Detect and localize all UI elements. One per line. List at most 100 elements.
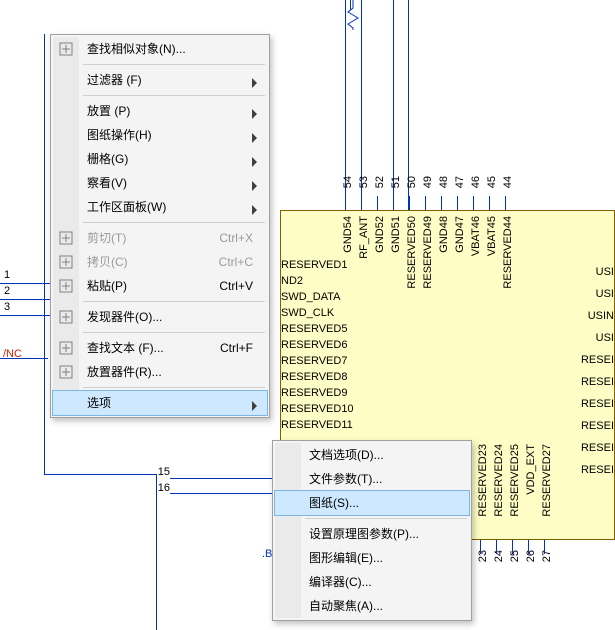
- pin-name: VBAT45: [486, 216, 498, 256]
- menu-shortcut: Ctrl+F: [220, 336, 253, 360]
- menu-item-icon: [58, 230, 74, 246]
- pin-name: RESEI: [564, 376, 614, 388]
- menu-item-label: 拷贝(C): [87, 255, 128, 269]
- pin-name: ND2: [281, 275, 303, 287]
- menu-item-label: 查找文本 (F)...: [87, 341, 164, 355]
- pin-name: GND48: [438, 216, 450, 253]
- menu-item-icon: [58, 309, 74, 325]
- pin-number: 23: [477, 550, 489, 562]
- wire: [0, 299, 50, 300]
- menu-item[interactable]: 选项: [53, 391, 267, 415]
- context-menu[interactable]: 查找相似对象(N)... 过滤器 (F) 放置 (P) 图纸操作(H) 栅格(G)察看(…: [50, 34, 270, 418]
- menu-item-label: 图纸(S)...: [309, 496, 359, 510]
- wire: [0, 283, 50, 284]
- menu-item[interactable]: 发现器件(O)...: [53, 305, 267, 329]
- menu-item[interactable]: 图形编辑(E)...: [275, 546, 469, 570]
- pin-stub: [409, 196, 410, 210]
- menu-item[interactable]: 自动聚焦(A)...: [275, 594, 469, 618]
- pin-name: RESERVED7: [281, 355, 347, 367]
- menu-item-icon: [58, 254, 74, 270]
- menu-separator: [83, 64, 265, 65]
- menu-item[interactable]: 图纸操作(H): [53, 123, 267, 147]
- pin-name: SWD_CLK: [281, 307, 334, 319]
- pin-name: GND47: [454, 216, 466, 253]
- menu-item-label: 设置原理图参数(P)...: [309, 527, 419, 541]
- pin-number: 44: [502, 176, 514, 188]
- component-symbol: [345, 0, 365, 30]
- pin-name: RESERVED50: [406, 216, 418, 289]
- pin-stub: [544, 540, 545, 554]
- wire: [170, 493, 274, 494]
- pin-number: 2: [4, 285, 10, 297]
- pin-name: RESERVED11: [281, 419, 353, 431]
- pin-number: 27: [541, 550, 553, 562]
- menu-item-label: 自动聚焦(A)...: [309, 599, 383, 613]
- menu-item[interactable]: 查找相似对象(N)...: [53, 37, 267, 61]
- pin-name: RF_ANT: [358, 216, 370, 259]
- context-submenu-options[interactable]: 文档选项(D)...文件参数(T)... 图纸(S)... 设置原理图参数(P)..…: [272, 440, 472, 621]
- pin-name: RESERVED9: [281, 387, 347, 399]
- menu-separator: [83, 222, 265, 223]
- pin-stub: [473, 196, 474, 210]
- pin-number: 49: [422, 176, 434, 188]
- pin-stub: [505, 196, 506, 210]
- pin-number: 45: [486, 176, 498, 188]
- menu-item: 剪切(T) Ctrl+X: [53, 226, 267, 250]
- menu-item-label: 图形编辑(E)...: [309, 551, 383, 565]
- submenu-arrow-icon: [251, 200, 259, 224]
- pin-name: RESEI: [564, 354, 614, 366]
- menu-item[interactable]: 文件参数(T)...: [275, 467, 469, 491]
- pin-number: 52: [374, 176, 386, 188]
- pin-name: RESERVED1: [281, 259, 347, 271]
- menu-item[interactable]: 放置器件(R)...: [53, 360, 267, 384]
- pin-stub: [393, 196, 394, 210]
- pin-number: 50: [406, 176, 418, 188]
- menu-item[interactable]: 栅格(G): [53, 147, 267, 171]
- pin-name: GND52: [374, 216, 386, 253]
- pin-number: 1: [4, 269, 10, 281]
- pin-name: RESERVED49: [422, 216, 434, 289]
- menu-item-icon: [58, 41, 74, 57]
- pin-name: RESERVED8: [281, 371, 347, 383]
- menu-separator: [305, 518, 467, 519]
- menu-item[interactable]: 设置原理图参数(P)...: [275, 522, 469, 546]
- pin-name: VBAT46: [470, 216, 482, 256]
- menu-item[interactable]: 编译器(C)...: [275, 570, 469, 594]
- menu-shortcut: Ctrl+X: [219, 226, 253, 250]
- pin-name: RESERVED27: [541, 444, 553, 517]
- pin-stub: [480, 540, 481, 554]
- menu-item[interactable]: 粘贴(P)Ctrl+V: [53, 274, 267, 298]
- menu-separator: [83, 332, 265, 333]
- pin-number: 16: [150, 482, 170, 494]
- menu-item[interactable]: 查找文本 (F)... Ctrl+F: [53, 336, 267, 360]
- pin-stub: [528, 540, 529, 554]
- menu-item[interactable]: 放置 (P): [53, 99, 267, 123]
- menu-item[interactable]: 工作区面板(W): [53, 195, 267, 219]
- wire: [156, 474, 157, 630]
- pin-name: USI: [564, 332, 614, 344]
- wire: [170, 478, 274, 479]
- pin-number: 46: [470, 176, 482, 188]
- pin-number: 3: [4, 301, 10, 313]
- submenu-arrow-icon: [251, 73, 259, 97]
- pin-name: RESERVED25: [509, 444, 521, 517]
- pin-number: 25: [509, 550, 521, 562]
- menu-item[interactable]: 察看(V): [53, 171, 267, 195]
- pin-number: 53: [358, 176, 370, 188]
- menu-item-label: 工作区面板(W): [87, 200, 166, 214]
- pin-name: RESERVED6: [281, 339, 347, 351]
- pin-number: 54: [342, 176, 354, 188]
- menu-item-label: 图纸操作(H): [87, 128, 152, 142]
- pin-name: RESERVED5: [281, 323, 347, 335]
- menu-item[interactable]: 文档选项(D)...: [275, 443, 469, 467]
- pin-stub: [496, 540, 497, 554]
- pin-number: 15: [150, 466, 170, 478]
- pin-stub: [425, 196, 426, 210]
- menu-item-label: 剪切(T): [87, 231, 126, 245]
- menu-item[interactable]: 图纸(S)...: [275, 491, 469, 515]
- pin-stub: [361, 196, 362, 210]
- pin-name: RESERVED10: [281, 403, 354, 415]
- pin-name: USI: [564, 266, 614, 278]
- menu-item[interactable]: 过滤器 (F): [53, 68, 267, 92]
- pin-stub: [345, 196, 346, 210]
